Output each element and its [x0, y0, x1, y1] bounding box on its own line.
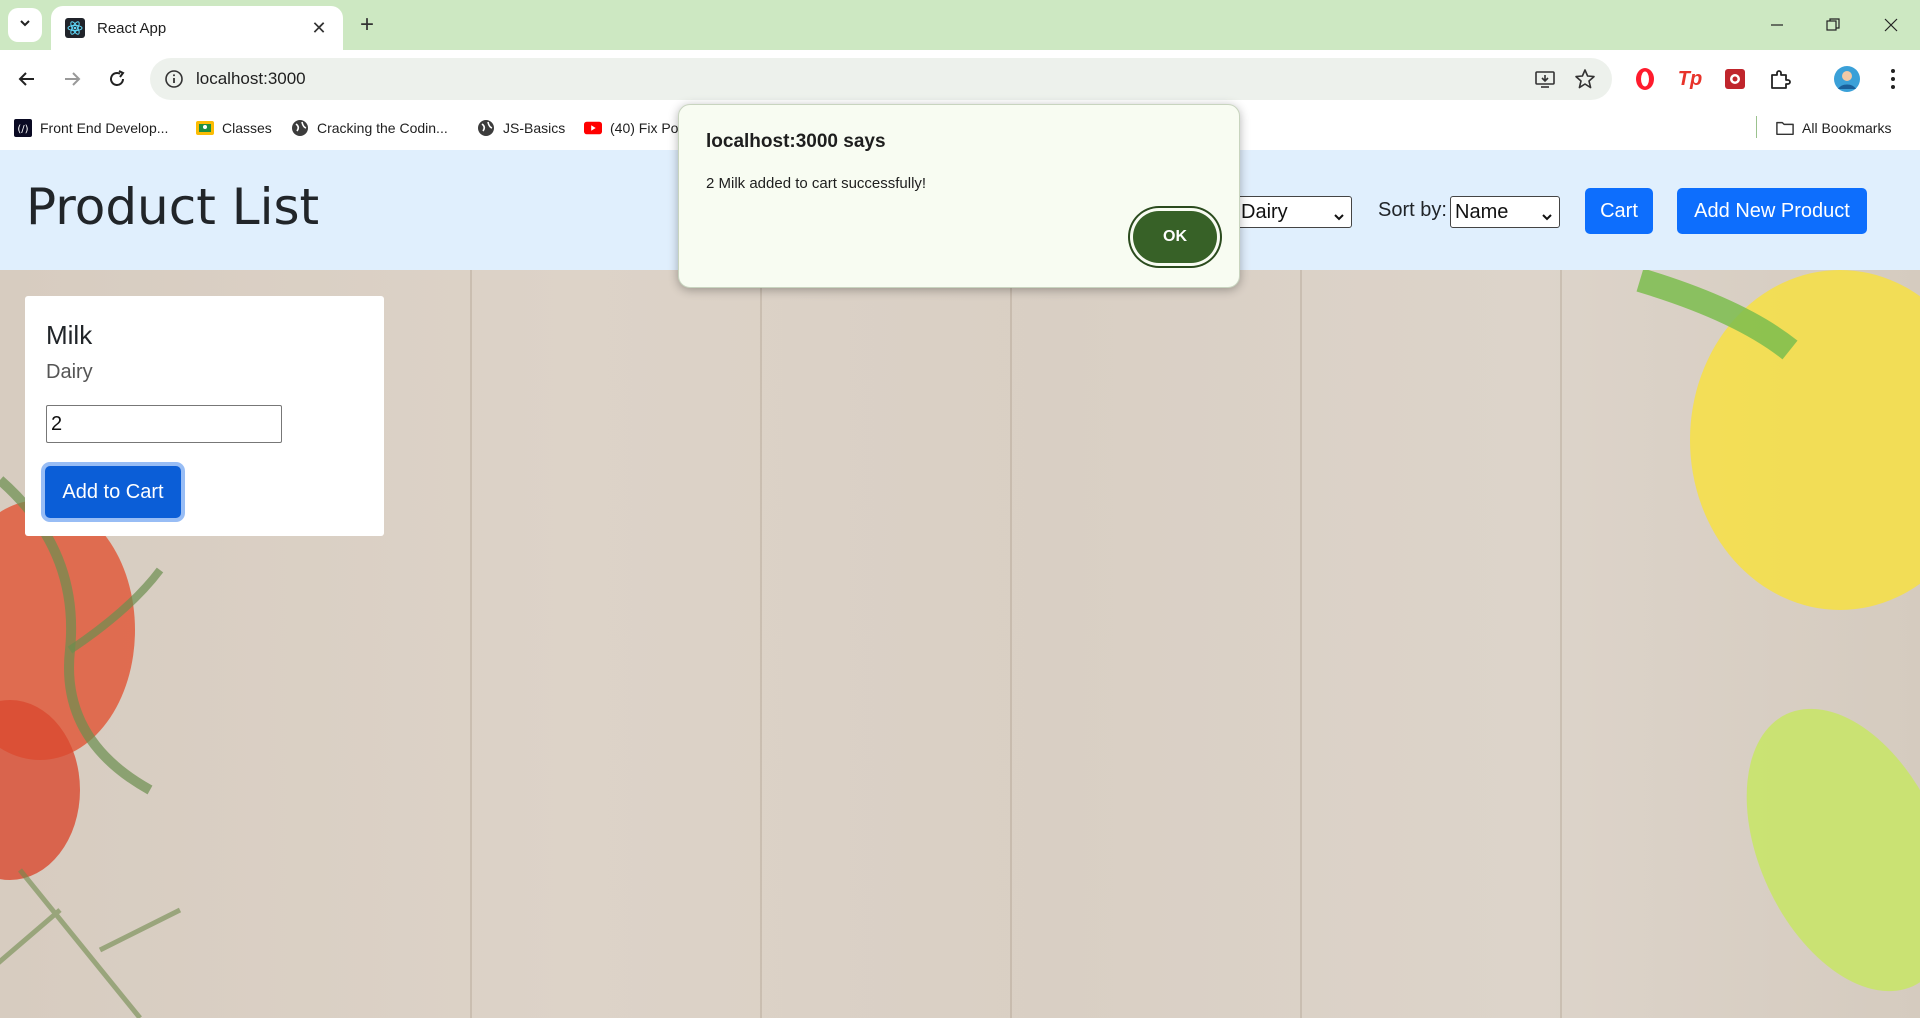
back-arrow-icon[interactable] [10, 62, 44, 96]
filter-selected-value: Dairy [1241, 201, 1288, 223]
close-window-icon[interactable] [1868, 8, 1914, 42]
page-title: Product List [26, 178, 320, 236]
cart-button[interactable]: Cart [1585, 188, 1653, 234]
freecodecamp-icon: (/) [14, 119, 32, 137]
extension-red-icon[interactable] [1720, 64, 1750, 94]
globe-icon [291, 119, 309, 137]
sort-label: Sort by: [1378, 199, 1447, 221]
tab-title: React App [97, 19, 167, 37]
react-icon [65, 18, 85, 38]
chevron-down-icon [1541, 204, 1553, 234]
address-bar[interactable]: localhost:3000 [150, 58, 1612, 100]
product-card: Milk Dairy 2 Add to Cart [25, 296, 384, 536]
folder-icon [1776, 119, 1794, 137]
dialog-message: 2 Milk added to cart successfully! [706, 175, 927, 192]
browser-tab[interactable]: React App ✕ [51, 6, 343, 50]
classroom-icon [196, 119, 214, 137]
globe-icon [477, 119, 495, 137]
alert-dialog: localhost:3000 says 2 Milk added to cart… [678, 104, 1240, 288]
opera-icon[interactable] [1630, 64, 1660, 94]
extensions-puzzle-icon[interactable] [1765, 64, 1795, 94]
forward-arrow-icon[interactable] [55, 62, 89, 96]
tp-extension-icon[interactable]: Tp [1675, 64, 1705, 94]
bookmark-item[interactable]: JS-Basics [477, 114, 565, 142]
quantity-input[interactable]: 2 [46, 405, 282, 443]
install-app-icon[interactable] [1532, 66, 1558, 92]
sort-select[interactable]: Name [1450, 196, 1560, 228]
restore-icon[interactable] [1810, 8, 1856, 42]
new-tab-button[interactable]: + [352, 10, 382, 40]
all-bookmarks-button[interactable]: All Bookmarks [1776, 114, 1891, 142]
bookmark-item[interactable]: (/) Front End Develop... [14, 114, 168, 142]
more-vertical-icon[interactable] [1878, 64, 1908, 94]
reload-icon[interactable] [100, 62, 134, 96]
bookmark-item[interactable]: Cracking the Codin... [291, 114, 448, 142]
add-to-cart-button[interactable]: Add to Cart [45, 466, 181, 518]
category-filter-select[interactable]: Dairy [1236, 196, 1352, 228]
chevron-down-icon [18, 16, 32, 35]
star-icon[interactable] [1572, 66, 1598, 92]
close-icon[interactable]: ✕ [309, 18, 329, 39]
svg-text:(/): (/) [17, 124, 28, 135]
tab-search-button[interactable] [8, 8, 42, 42]
add-new-product-button[interactable]: Add New Product [1677, 188, 1867, 234]
dialog-title: localhost:3000 says [706, 131, 886, 152]
youtube-icon [584, 119, 602, 137]
ok-button[interactable]: OK [1133, 211, 1217, 263]
bookmark-item[interactable]: Classes [196, 114, 272, 142]
sort-selected-value: Name [1455, 201, 1509, 223]
avatar[interactable] [1832, 64, 1862, 94]
product-name: Milk [46, 320, 93, 350]
bookmark-item[interactable]: (40) Fix Po [584, 114, 678, 142]
minimize-icon[interactable] [1754, 8, 1800, 42]
chevron-down-icon [1333, 204, 1345, 234]
url-text: localhost:3000 [196, 69, 306, 88]
product-category: Dairy [46, 361, 93, 383]
bookmarks-separator [1756, 116, 1757, 138]
site-info-icon[interactable] [164, 69, 184, 89]
